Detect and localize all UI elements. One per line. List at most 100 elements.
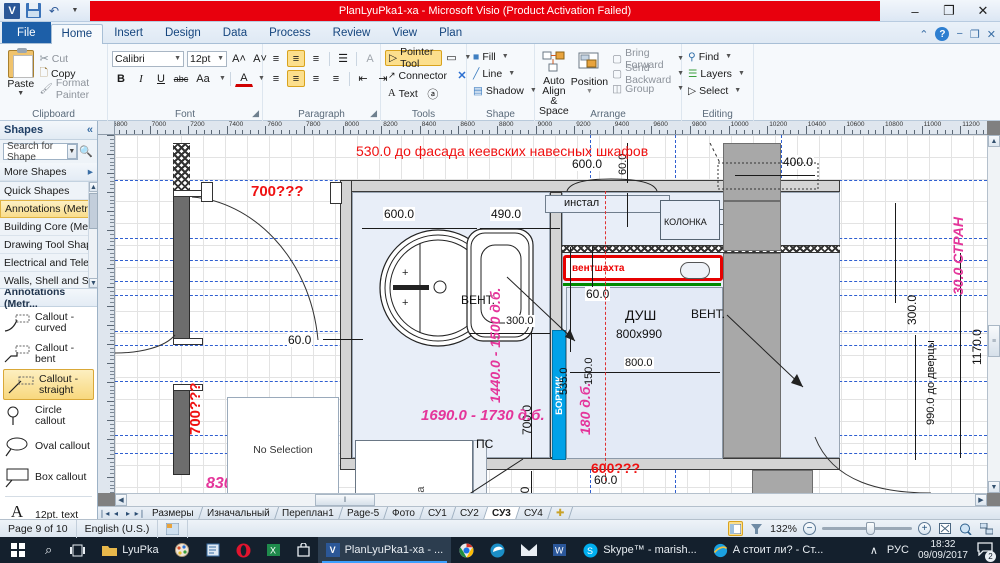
wall-left[interactable] [340, 180, 352, 470]
page-tab-iznachalnyy[interactable]: Изначальный [198, 506, 279, 519]
close-button[interactable]: ✕ [966, 0, 1000, 22]
shadow-button[interactable]: ▤ Shadow ▼ [471, 83, 539, 98]
search-icon[interactable]: 🔍 [78, 145, 94, 158]
page-tab-pereplan1[interactable]: Переплан1 [274, 506, 344, 519]
taskbar-item-notepad[interactable] [198, 537, 228, 563]
page-tab-su4[interactable]: СУ4 [515, 506, 552, 519]
align-center-button[interactable]: ≡ [287, 70, 305, 87]
font-size-input[interactable]: 12pt ▼ [187, 50, 227, 67]
stencil-list[interactable]: Quick Shapes Annotations (Metri... Build… [0, 181, 98, 290]
expand-ribbon-icon[interactable]: ⌃ [919, 28, 928, 41]
zoom-slider[interactable] [822, 522, 912, 535]
rectangle-tool-button[interactable]: ▭ [445, 49, 459, 66]
zoom-slider-handle[interactable] [866, 522, 875, 535]
grey-block-4[interactable] [752, 470, 813, 493]
undo-icon[interactable]: ↶ [45, 2, 63, 19]
connector-tool-button[interactable]: ↗ Connector [385, 68, 450, 84]
taskbar-item-store[interactable] [289, 537, 318, 563]
annotation-1440-1500[interactable]: 1440.0 - 1500 д.б. [487, 288, 503, 403]
taskbar-item-mail[interactable] [513, 537, 545, 563]
annotation-530-facade[interactable]: 530.0 до фасада кеевских навесных шкафов [355, 143, 649, 159]
start-button[interactable] [0, 537, 36, 563]
horizontal-scroll-thumb[interactable]: ‖ [315, 494, 375, 506]
taskbar-item-chrome[interactable] [451, 537, 482, 563]
italic-button[interactable]: I [132, 70, 150, 87]
undo-dropdown-icon[interactable]: ▼ [66, 2, 84, 19]
canvas-vertical-scrollbar[interactable]: ▲ ≡ ▼ [987, 135, 1000, 493]
grey-block-2[interactable] [723, 201, 781, 251]
new-page-icon[interactable]: ✚ [547, 506, 574, 519]
taskbar-item-skype[interactable]: S Skype™ - marish... [575, 537, 705, 563]
zoom-out-button[interactable]: − [803, 522, 816, 535]
close-doc-window-icon[interactable]: ✕ [987, 28, 996, 41]
shape-box-callout[interactable]: Box callout [0, 462, 97, 493]
bullets-button[interactable]: ☰ [334, 50, 352, 67]
size-position-window[interactable]: No Selection Size & Posi... ⚑ ✕ [227, 397, 339, 493]
restore-button[interactable]: ❐ [932, 0, 966, 22]
shape-callout-bent[interactable]: Callout - bent [0, 338, 97, 369]
stencil-item-walls-shell[interactable]: Walls, Shell and Str... [0, 272, 97, 290]
page-tab-page-5[interactable]: Page-5 [338, 506, 389, 519]
justify-button[interactable]: ≡ [327, 70, 345, 87]
page-tab-foto[interactable]: Фото [384, 506, 425, 519]
line-button[interactable]: ╱ Line ▼ [471, 66, 517, 81]
fit-page-icon[interactable] [937, 521, 952, 536]
send-backward-button[interactable]: ▢ Send Backward ▼ [610, 62, 686, 86]
stencil-item-quick-shapes[interactable]: Quick Shapes [0, 182, 97, 200]
visio-app-icon[interactable]: V [3, 2, 21, 19]
page-tab-razmery[interactable]: Размеры [143, 506, 203, 519]
paste-button[interactable]: Paste ▼ [4, 48, 38, 97]
stencil-scroll-up-icon[interactable]: ▲ [89, 182, 98, 192]
clock[interactable]: 18:32 09/09/2017 [918, 539, 968, 561]
annotation-700-a[interactable]: 700??? [250, 183, 305, 200]
macro-icon[interactable] [158, 519, 189, 538]
language-indicator-tray[interactable]: РУС [887, 544, 909, 556]
font-family-input[interactable]: Calibri ▼ [112, 50, 184, 67]
stencil-list-scrollbar[interactable]: ▲ ▼ [88, 182, 98, 288]
tab-view[interactable]: View [381, 23, 428, 43]
stencil-scroll-down-icon[interactable]: ▼ [89, 278, 98, 288]
align-right-button[interactable]: ≡ [307, 70, 325, 87]
tab-insert[interactable]: Insert [103, 23, 154, 43]
vertical-scroll-thumb[interactable]: ≡ [988, 325, 1000, 357]
bortik-shape[interactable]: БОРТИК [552, 330, 566, 460]
grow-font-icon[interactable]: A˄ [230, 50, 248, 67]
find-dropdown-icon[interactable]: ▼ [722, 53, 732, 60]
paste-dropdown-icon[interactable]: ▼ [17, 90, 24, 97]
fit-window-icon[interactable] [958, 521, 973, 536]
tab-home[interactable]: Home [50, 24, 104, 44]
window-tile-icon[interactable] [979, 521, 994, 536]
save-icon[interactable] [24, 2, 42, 19]
taskbar-item-word[interactable]: W [545, 537, 575, 563]
minimize-ribbon-icon[interactable]: − [956, 28, 962, 40]
align-left-button[interactable]: ≡ [267, 70, 285, 87]
annotation-180-db[interactable]: 180 д.б. [577, 383, 593, 435]
shape-callout-curved[interactable]: Callout - curved [0, 307, 97, 338]
tab-design[interactable]: Design [154, 23, 212, 43]
search-button[interactable]: ⌕ [36, 537, 61, 563]
page-tab-su3[interactable]: СУ3 [483, 506, 520, 519]
collapse-panel-icon[interactable]: « [87, 124, 93, 136]
zoom-in-button[interactable]: + [918, 522, 931, 535]
taskbar-item-visio[interactable]: V PlanLyuPka1-xa - ... [317, 537, 452, 563]
tab-data[interactable]: Data [212, 23, 258, 43]
font-family-dropdown-icon[interactable]: ▼ [171, 55, 181, 62]
line-dropdown-icon[interactable]: ▼ [505, 70, 515, 77]
stencil-item-annotations[interactable]: Annotations (Metri... [0, 200, 97, 218]
format-painter-tool-icon[interactable]: ⓐ [424, 85, 442, 102]
canvas-horizontal-scrollbar[interactable]: ◀ ‖ ▶ [115, 493, 987, 506]
align-bottom-button[interactable]: ≡ [307, 50, 325, 67]
underline-button[interactable]: U [152, 70, 170, 87]
annotation-1690-1730[interactable]: 1690.0 - 1730 д.б. [420, 407, 546, 424]
tab-process[interactable]: Process [258, 23, 322, 43]
horizontal-ruler[interactable]: 6800 7000 7200 7400 7600 7800 8000 8200 8400 8600… [115, 121, 987, 135]
change-case-dropdown-icon[interactable]: ▼ [216, 75, 226, 82]
task-view-button[interactable] [61, 537, 94, 563]
shape-circle-callout[interactable]: Circle callout [0, 400, 97, 431]
decrease-indent-button[interactable]: ⇤ [354, 70, 372, 87]
search-dropdown-icon[interactable]: ▼ [66, 144, 77, 159]
language-indicator[interactable]: English (U.S.) [77, 519, 159, 538]
corridor-wall-upper[interactable] [173, 195, 190, 343]
next-page-icon[interactable]: ▸ [122, 509, 134, 518]
layers-button[interactable]: ☰ Layers ▼ [686, 66, 747, 81]
